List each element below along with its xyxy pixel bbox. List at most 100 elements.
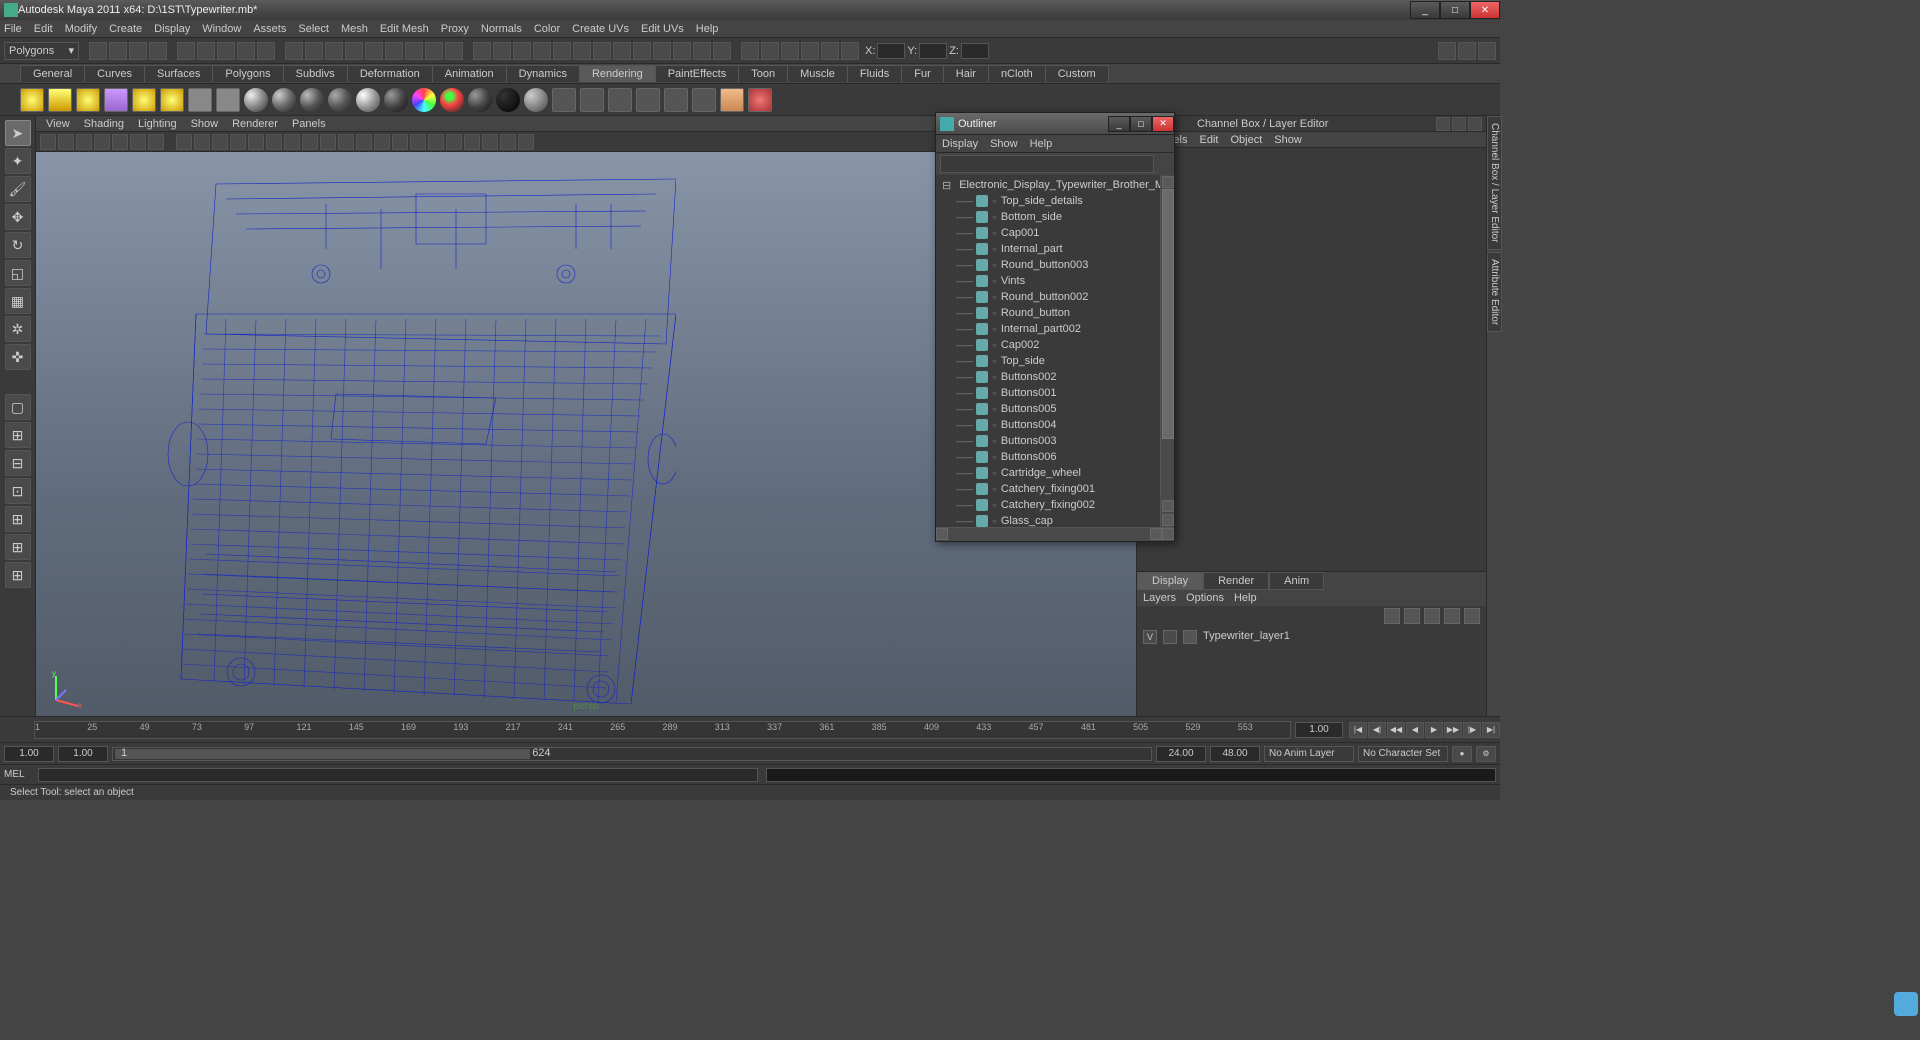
- shelf-icon[interactable]: [132, 88, 156, 112]
- shader-ball-icon[interactable]: [412, 88, 436, 112]
- vp-btn[interactable]: [212, 134, 228, 150]
- outliner-item[interactable]: ——○Buttons001: [936, 385, 1174, 401]
- range-end-field[interactable]: [1210, 746, 1260, 762]
- toolbar-button[interactable]: [1438, 42, 1456, 60]
- layer-menu-help[interactable]: Help: [1234, 592, 1257, 604]
- outliner-item[interactable]: ——○Bottom_side: [936, 209, 1174, 225]
- outliner-item[interactable]: ——○Glass_cap: [936, 513, 1174, 527]
- outliner-item[interactable]: ——○Buttons006: [936, 449, 1174, 465]
- shelf-tab-polygons[interactable]: Polygons: [212, 65, 283, 82]
- toolbar-button[interactable]: [425, 42, 443, 60]
- side-tab[interactable]: Attribute Editor: [1487, 252, 1502, 332]
- toolbar-button[interactable]: [473, 42, 491, 60]
- toolbar-button[interactable]: [513, 42, 531, 60]
- toolbar-button[interactable]: [345, 42, 363, 60]
- shader-ball-icon[interactable]: [272, 88, 296, 112]
- menu-window[interactable]: Window: [202, 23, 241, 35]
- scroll-right-arrow[interactable]: [1162, 528, 1174, 540]
- shelf-icon[interactable]: [720, 88, 744, 112]
- shelf-tab-rendering[interactable]: Rendering: [579, 65, 656, 82]
- shelf-icon[interactable]: [692, 88, 716, 112]
- shader-ball-icon[interactable]: [384, 88, 408, 112]
- outliner-item[interactable]: ——○Buttons005: [936, 401, 1174, 417]
- vp-btn[interactable]: [40, 134, 56, 150]
- play-forward-button[interactable]: ▶: [1425, 722, 1443, 738]
- vp-btn[interactable]: [94, 134, 110, 150]
- teamviewer-icon[interactable]: [1894, 992, 1918, 1016]
- toolbar-button[interactable]: [693, 42, 711, 60]
- toolbar-button[interactable]: [197, 42, 215, 60]
- outliner-item[interactable]: ——○Buttons002: [936, 369, 1174, 385]
- outliner-item[interactable]: ——○Top_side: [936, 353, 1174, 369]
- shelf-icon[interactable]: [104, 88, 128, 112]
- vp-btn[interactable]: [356, 134, 372, 150]
- outliner-item[interactable]: ——○Cap002: [936, 337, 1174, 353]
- menu-help[interactable]: Help: [696, 23, 719, 35]
- shelf-icon[interactable]: [636, 88, 660, 112]
- layer-icon[interactable]: [1404, 608, 1420, 624]
- outliner-vscrollbar[interactable]: [1160, 175, 1174, 527]
- cb-menu-show[interactable]: Show: [1274, 134, 1302, 146]
- shelf-tab-ncloth[interactable]: nCloth: [988, 65, 1046, 82]
- toolbar-button[interactable]: [405, 42, 423, 60]
- layout-custom2[interactable]: ⊞: [5, 562, 31, 588]
- step-forward-button[interactable]: ▶▶: [1444, 722, 1462, 738]
- outliner-item[interactable]: ——○Round_button003: [936, 257, 1174, 273]
- vp-btn[interactable]: [248, 134, 264, 150]
- script-lang-label[interactable]: MEL: [4, 769, 34, 780]
- outliner-minimize-button[interactable]: _: [1108, 116, 1130, 132]
- menu-modify[interactable]: Modify: [65, 23, 97, 35]
- outliner-item[interactable]: ——○Top_side_details: [936, 193, 1174, 209]
- shelf-tab-dynamics[interactable]: Dynamics: [506, 65, 580, 82]
- toolbar-button[interactable]: [653, 42, 671, 60]
- shelf-tab-general[interactable]: General: [20, 65, 85, 82]
- outliner-close-button[interactable]: ✕: [1152, 116, 1174, 132]
- vp-menu-lighting[interactable]: Lighting: [138, 118, 177, 130]
- toolbar-button[interactable]: [741, 42, 759, 60]
- shader-ball-icon[interactable]: [468, 88, 492, 112]
- layout-two-h[interactable]: ⊟: [5, 450, 31, 476]
- coord-x-input[interactable]: [877, 43, 905, 59]
- toolbar-button[interactable]: [781, 42, 799, 60]
- soft-mod-tool[interactable]: ✲: [5, 316, 31, 342]
- shelf-icon[interactable]: [664, 88, 688, 112]
- layer-state-cell[interactable]: [1163, 630, 1177, 644]
- window-minimize-button[interactable]: _: [1410, 1, 1440, 19]
- toolbar-button[interactable]: [593, 42, 611, 60]
- toolbar-button[interactable]: [761, 42, 779, 60]
- vp-btn[interactable]: [148, 134, 164, 150]
- move-tool[interactable]: ✥: [5, 204, 31, 230]
- shelf-tab-painteffects[interactable]: PaintEffects: [655, 65, 740, 82]
- select-tool[interactable]: ➤: [5, 120, 31, 146]
- shelf-tab-fluids[interactable]: Fluids: [847, 65, 902, 82]
- toolbar-button[interactable]: [385, 42, 403, 60]
- layer-tab-render[interactable]: Render: [1203, 572, 1269, 590]
- menu-edit-uvs[interactable]: Edit UVs: [641, 23, 684, 35]
- layout-three[interactable]: ⊞: [5, 506, 31, 532]
- layer-icon[interactable]: [1464, 608, 1480, 624]
- step-forward-key-button[interactable]: |▶: [1463, 722, 1481, 738]
- outliner-search-input[interactable]: [940, 155, 1154, 173]
- vp-btn[interactable]: [112, 134, 128, 150]
- mode-dropdown[interactable]: Polygons▾: [4, 42, 79, 60]
- vp-btn[interactable]: [302, 134, 318, 150]
- outliner-window[interactable]: Outliner _ □ ✕ DisplayShowHelp ⊟Electron…: [935, 112, 1175, 542]
- layer-tab-anim[interactable]: Anim: [1269, 572, 1324, 590]
- vp-btn[interactable]: [176, 134, 192, 150]
- shader-ball-icon[interactable]: [496, 88, 520, 112]
- vp-menu-show[interactable]: Show: [191, 118, 219, 130]
- shelf-tab-toon[interactable]: Toon: [738, 65, 788, 82]
- shelf-icon[interactable]: [188, 88, 212, 112]
- menu-proxy[interactable]: Proxy: [441, 23, 469, 35]
- coord-y-input[interactable]: [919, 43, 947, 59]
- toolbar-button[interactable]: [325, 42, 343, 60]
- outliner-item[interactable]: ——○Buttons003: [936, 433, 1174, 449]
- outliner-item[interactable]: ——○Cap001: [936, 225, 1174, 241]
- outliner-item[interactable]: ——○Cartridge_wheel: [936, 465, 1174, 481]
- outliner-maximize-button[interactable]: □: [1130, 116, 1152, 132]
- toolbar-button[interactable]: [257, 42, 275, 60]
- shelf-icon[interactable]: [580, 88, 604, 112]
- toolbar-button[interactable]: [573, 42, 591, 60]
- layout-single[interactable]: ▢: [5, 394, 31, 420]
- toolbar-button[interactable]: [445, 42, 463, 60]
